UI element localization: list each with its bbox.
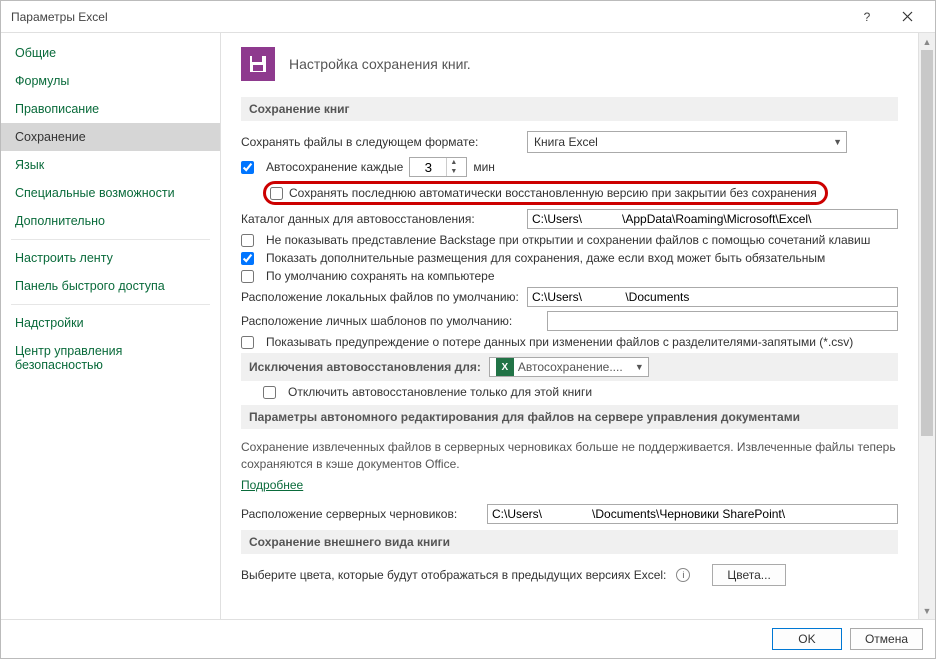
content-wrap: Настройка сохранения книг. Сохранение кн… xyxy=(221,33,935,619)
disable-autorecover-label: Отключить автовосстановление только для … xyxy=(288,385,592,399)
csv-warning-checkbox[interactable] xyxy=(241,336,254,349)
titlebar: Параметры Excel ? xyxy=(1,1,935,33)
row-show-additional: Показать дополнительные размещения для с… xyxy=(241,251,898,265)
sidebar-item-proofing[interactable]: Правописание xyxy=(1,95,220,123)
scroll-thumb[interactable] xyxy=(921,50,933,436)
no-backstage-checkbox[interactable] xyxy=(241,234,254,247)
row-disable-autorecover: Отключить автовосстановление только для … xyxy=(263,385,898,399)
recover-dir-input[interactable] xyxy=(527,209,898,229)
row-file-format: Сохранять файлы в следующем формате: Кни… xyxy=(241,131,898,153)
colors-label: Выберите цвета, которые будут отображать… xyxy=(241,568,666,582)
row-local-files: Расположение локальных файлов по умолчан… xyxy=(241,287,898,307)
autosave-checkbox[interactable] xyxy=(241,161,254,174)
cancel-button[interactable]: Отмена xyxy=(850,628,923,650)
sidebar-item-qat[interactable]: Панель быстрого доступа xyxy=(1,272,220,300)
page-header: Настройка сохранения книг. xyxy=(241,47,898,81)
file-format-label: Сохранять файлы в следующем формате: xyxy=(241,135,521,149)
no-backstage-label: Не показывать представление Backstage пр… xyxy=(266,233,870,247)
workbook-select[interactable]: X Автосохранение.... ▼ xyxy=(489,357,649,377)
sidebar-item-language[interactable]: Язык xyxy=(1,151,220,179)
ok-button[interactable]: OK xyxy=(772,628,842,650)
row-recover-dir: Каталог данных для автовосстановления: xyxy=(241,209,898,229)
vertical-scrollbar[interactable]: ▲ ▼ xyxy=(918,33,935,619)
templates-label: Расположение личных шаблонов по умолчани… xyxy=(241,314,541,328)
spinner-down[interactable]: ▼ xyxy=(447,167,460,176)
show-additional-checkbox[interactable] xyxy=(241,252,254,265)
keep-last-label: Сохранять последнюю автоматически восста… xyxy=(289,186,817,200)
scroll-track[interactable] xyxy=(919,50,935,602)
colors-button[interactable]: Цвета... xyxy=(712,564,785,586)
help-button[interactable]: ? xyxy=(847,5,887,29)
sidebar-item-ribbon[interactable]: Настроить ленту xyxy=(1,244,220,272)
highlight-oval: Сохранять последнюю автоматически восста… xyxy=(263,181,828,205)
options-dialog: Параметры Excel ? Общие Формулы Правопис… xyxy=(0,0,936,659)
default-computer-label: По умолчанию сохранять на компьютере xyxy=(266,269,495,283)
sidebar-item-formulas[interactable]: Формулы xyxy=(1,67,220,95)
autosave-minutes-input[interactable] xyxy=(410,158,446,176)
section-save-books: Сохранение книг xyxy=(241,97,898,121)
row-drafts: Расположение серверных черновиков: xyxy=(241,504,898,524)
row-keep-last: Сохранять последнюю автоматически восста… xyxy=(263,181,898,205)
file-format-value: Книга Excel xyxy=(534,135,598,149)
window-title: Параметры Excel xyxy=(11,10,847,24)
keep-last-checkbox[interactable] xyxy=(270,187,283,200)
autosave-label: Автосохранение каждые xyxy=(266,160,403,174)
close-icon xyxy=(902,11,913,22)
row-colors: Выберите цвета, которые будут отображать… xyxy=(241,564,898,586)
row-default-computer: По умолчанию сохранять на компьютере xyxy=(241,269,898,283)
recover-dir-label: Каталог данных для автовосстановления: xyxy=(241,212,521,226)
row-no-backstage: Не показывать представление Backstage пр… xyxy=(241,233,898,247)
drafts-input[interactable] xyxy=(487,504,898,524)
disable-autorecover-checkbox[interactable] xyxy=(263,386,276,399)
spinner-up[interactable]: ▲ xyxy=(447,158,460,167)
sidebar-separator xyxy=(11,304,210,305)
autorecover-exc-label: Исключения автовосстановления для: xyxy=(249,360,481,374)
file-format-select[interactable]: Книга Excel ▼ xyxy=(527,131,847,153)
chevron-down-icon: ▼ xyxy=(629,362,644,372)
local-files-label: Расположение локальных файлов по умолчан… xyxy=(241,290,521,304)
sidebar-item-addins[interactable]: Надстройки xyxy=(1,309,220,337)
sidebar-item-save[interactable]: Сохранение xyxy=(1,123,220,151)
sidebar: Общие Формулы Правописание Сохранение Яз… xyxy=(1,33,221,619)
row-csv-warning: Показывать предупреждение о потере данны… xyxy=(241,335,898,349)
scroll-up-icon[interactable]: ▲ xyxy=(919,33,935,50)
close-button[interactable] xyxy=(887,5,927,29)
row-autosave: Автосохранение каждые ▲ ▼ мин xyxy=(241,157,898,177)
section-appearance: Сохранение внешнего вида книги xyxy=(241,530,898,554)
sidebar-separator xyxy=(11,239,210,240)
content: Настройка сохранения книг. Сохранение кн… xyxy=(221,33,918,619)
row-templates: Расположение личных шаблонов по умолчани… xyxy=(241,311,898,331)
save-icon xyxy=(241,47,275,81)
sidebar-item-trust[interactable]: Центр управления безопасностью xyxy=(1,337,220,379)
local-files-input[interactable] xyxy=(527,287,898,307)
learn-more-link[interactable]: Подробнее xyxy=(241,478,303,492)
sidebar-item-general[interactable]: Общие xyxy=(1,39,220,67)
sidebar-item-accessibility[interactable]: Специальные возможности xyxy=(1,179,220,207)
section-offline: Параметры автономного редактирования для… xyxy=(241,405,898,429)
excel-icon: X xyxy=(496,358,514,376)
info-icon[interactable]: i xyxy=(676,568,690,582)
show-additional-label: Показать дополнительные размещения для с… xyxy=(266,251,825,265)
autosave-minutes-spinner[interactable]: ▲ ▼ xyxy=(409,157,467,177)
default-computer-checkbox[interactable] xyxy=(241,270,254,283)
offline-text: Сохранение извлеченных файлов в серверны… xyxy=(241,439,898,474)
scroll-down-icon[interactable]: ▼ xyxy=(919,602,935,619)
dialog-footer: OK Отмена xyxy=(1,619,935,658)
csv-warning-label: Показывать предупреждение о потере данны… xyxy=(266,335,853,349)
workbook-name: Автосохранение.... xyxy=(518,360,623,374)
section-autorecover-exc: Исключения автовосстановления для: X Авт… xyxy=(241,353,898,381)
dialog-body: Общие Формулы Правописание Сохранение Яз… xyxy=(1,33,935,619)
drafts-label: Расположение серверных черновиков: xyxy=(241,507,481,521)
minutes-unit: мин xyxy=(473,160,495,174)
chevron-down-icon: ▼ xyxy=(827,137,842,147)
sidebar-item-advanced[interactable]: Дополнительно xyxy=(1,207,220,235)
templates-input[interactable] xyxy=(547,311,898,331)
page-title: Настройка сохранения книг. xyxy=(289,56,471,72)
